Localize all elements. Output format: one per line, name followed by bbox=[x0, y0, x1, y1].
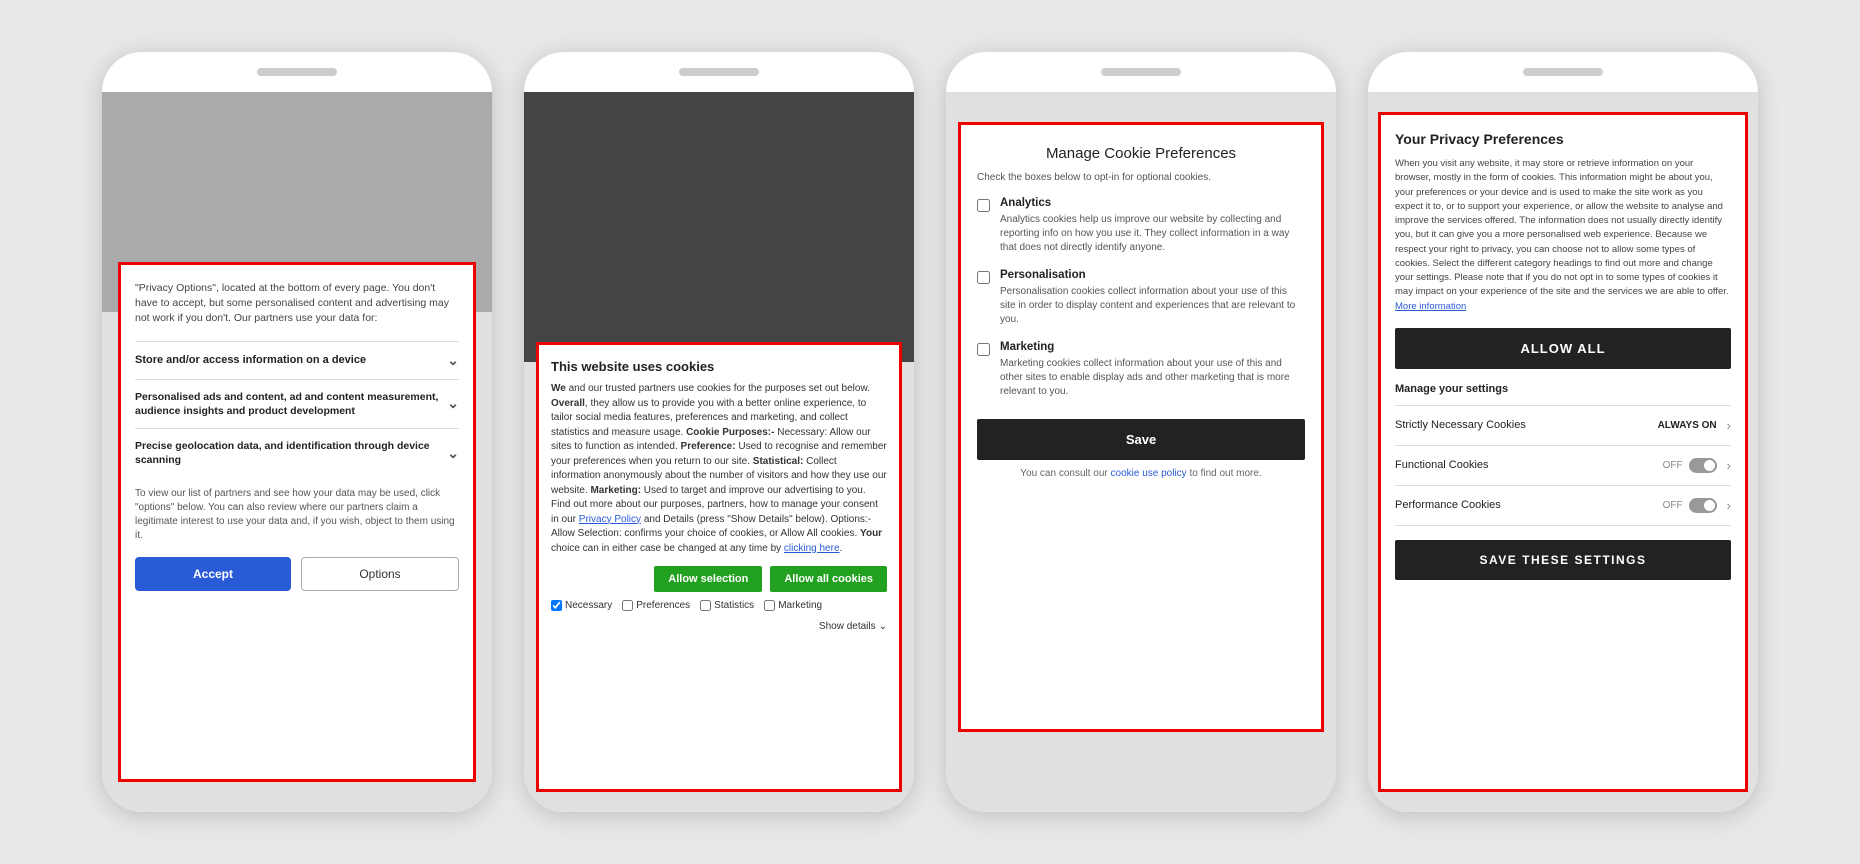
functional-toggle[interactable] bbox=[1689, 458, 1717, 473]
phone-1-item-3-label: Precise geolocation data, and identifica… bbox=[135, 439, 447, 467]
privacy-policy-link[interactable]: Privacy Policy bbox=[579, 514, 641, 525]
marketing-checkbox[interactable] bbox=[764, 600, 775, 611]
privacy-title: Your Privacy Preferences bbox=[1395, 131, 1731, 147]
personalisation-desc: Personalisation cookies collect informat… bbox=[1000, 285, 1305, 327]
phone-1-screen: "Privacy Options", located at the bottom… bbox=[102, 92, 492, 812]
always-on-label: ALWAYS ON bbox=[1658, 420, 1717, 431]
consult-text: You can consult our cookie use policy to… bbox=[977, 468, 1305, 479]
phone-4-screen: Your Privacy Preferences When you visit … bbox=[1368, 92, 1758, 812]
personalisation-option: Personalisation Personalisation cookies … bbox=[977, 269, 1305, 327]
checkbox-statistics[interactable]: Statistics bbox=[700, 600, 754, 611]
save-settings-button[interactable]: SAVE THESE SETTINGS bbox=[1395, 540, 1731, 580]
phone-1-intro-text: "Privacy Options", located at the bottom… bbox=[135, 281, 459, 327]
allow-all-cookies-button[interactable]: Allow all cookies bbox=[770, 566, 887, 592]
strictly-necessary-toggle-area: ALWAYS ON › bbox=[1658, 418, 1731, 433]
marketing-title: Marketing bbox=[1000, 341, 1305, 353]
phone-2-btn-row: Allow selection Allow all cookies bbox=[551, 566, 887, 592]
manage-settings-label: Manage your settings bbox=[1395, 383, 1731, 395]
chevron-down-icon-1: ⌄ bbox=[447, 352, 459, 369]
consult-suffix: to find out more. bbox=[1189, 468, 1261, 479]
privacy-body-text: When you visit any website, it may store… bbox=[1395, 158, 1729, 297]
chevron-down-icon-details: ⌄ bbox=[879, 621, 887, 632]
analytics-content: Analytics Analytics cookies help us impr… bbox=[1000, 197, 1305, 255]
functional-cookies-label: Functional Cookies bbox=[1395, 459, 1489, 471]
phone-2-cookie-panel: This website uses cookies We and our tru… bbox=[536, 342, 902, 792]
personalisation-content: Personalisation Personalisation cookies … bbox=[1000, 269, 1305, 327]
marketing-desc: Marketing cookies collect information ab… bbox=[1000, 357, 1305, 399]
show-details-label: Show details bbox=[819, 621, 876, 632]
allow-selection-button[interactable]: Allow selection bbox=[654, 566, 762, 592]
phone-3-manage-panel: Manage Cookie Preferences Check the boxe… bbox=[958, 122, 1324, 732]
show-details-control[interactable]: Show details ⌄ bbox=[819, 621, 887, 632]
performance-cookies-label: Performance Cookies bbox=[1395, 499, 1501, 511]
save-button-p3[interactable]: Save bbox=[977, 419, 1305, 460]
phone-2-body: We and our trusted partners use cookies … bbox=[551, 382, 887, 556]
phone-1-item-1[interactable]: Store and/or access information on a dev… bbox=[135, 341, 459, 379]
statistics-checkbox[interactable] bbox=[700, 600, 711, 611]
strictly-necessary-row[interactable]: Strictly Necessary Cookies ALWAYS ON › bbox=[1395, 405, 1731, 445]
performance-cookies-row[interactable]: Performance Cookies OFF › bbox=[1395, 485, 1731, 526]
phone-1-btn-row: Accept Options bbox=[135, 557, 459, 591]
analytics-title: Analytics bbox=[1000, 197, 1305, 209]
more-information-link[interactable]: More information bbox=[1395, 301, 1466, 312]
phone-1-item-3[interactable]: Precise geolocation data, and identifica… bbox=[135, 428, 459, 477]
performance-off-label: OFF bbox=[1663, 500, 1683, 511]
phone-3-screen: Manage Cookie Preferences Check the boxe… bbox=[946, 92, 1336, 812]
functional-cookies-row[interactable]: Functional Cookies OFF › bbox=[1395, 445, 1731, 485]
strictly-necessary-label: Strictly Necessary Cookies bbox=[1395, 419, 1526, 431]
necessary-checkbox[interactable] bbox=[551, 600, 562, 611]
privacy-body: When you visit any website, it may store… bbox=[1395, 157, 1731, 314]
marketing-content: Marketing Marketing cookies collect info… bbox=[1000, 341, 1305, 399]
phone-1-item-2[interactable]: Personalised ads and content, ad and con… bbox=[135, 379, 459, 428]
functional-off-label: OFF bbox=[1663, 460, 1683, 471]
personalisation-title: Personalisation bbox=[1000, 269, 1305, 281]
checkbox-necessary[interactable]: Necessary bbox=[551, 600, 612, 611]
marketing-option: Marketing Marketing cookies collect info… bbox=[977, 341, 1305, 399]
checkbox-preferences[interactable]: Preferences bbox=[622, 600, 690, 611]
phone-2-screen: This website uses cookies We and our tru… bbox=[524, 92, 914, 812]
phone-1: "Privacy Options", located at the bottom… bbox=[102, 52, 492, 812]
cookie-use-policy-link[interactable]: cookie use policy bbox=[1111, 468, 1190, 479]
phone-2-title: This website uses cookies bbox=[551, 359, 887, 374]
clicking-here-link[interactable]: clicking here bbox=[784, 543, 840, 554]
phone-3-subtitle: Check the boxes below to opt-in for opti… bbox=[977, 172, 1305, 183]
chevron-down-icon-3: ⌄ bbox=[447, 444, 459, 463]
chevron-right-icon-3: › bbox=[1727, 498, 1731, 513]
phone-1-footer-text: To view our list of partners and see how… bbox=[135, 487, 459, 543]
accept-button[interactable]: Accept bbox=[135, 557, 291, 591]
phone-1-item-2-label: Personalised ads and content, ad and con… bbox=[135, 390, 447, 418]
phone-1-cookie-panel: "Privacy Options", located at the bottom… bbox=[118, 262, 476, 782]
consult-prefix: You can consult our bbox=[1020, 468, 1107, 479]
functional-toggle-area: OFF › bbox=[1663, 458, 1731, 473]
chevron-down-icon-2: ⌄ bbox=[447, 394, 459, 413]
phone-4-privacy-panel: Your Privacy Preferences When you visit … bbox=[1378, 112, 1748, 792]
performance-toggle[interactable] bbox=[1689, 498, 1717, 513]
allow-all-button[interactable]: ALLOW ALL bbox=[1395, 328, 1731, 369]
marketing-checkbox-p3[interactable] bbox=[977, 343, 990, 356]
performance-toggle-area: OFF › bbox=[1663, 498, 1731, 513]
options-button[interactable]: Options bbox=[301, 557, 459, 591]
analytics-checkbox[interactable] bbox=[977, 199, 990, 212]
phones-container: "Privacy Options", located at the bottom… bbox=[20, 52, 1840, 812]
phone-4: Your Privacy Preferences When you visit … bbox=[1368, 52, 1758, 812]
chevron-right-icon-1: › bbox=[1727, 418, 1731, 433]
phone-3: Manage Cookie Preferences Check the boxe… bbox=[946, 52, 1336, 812]
preferences-checkbox[interactable] bbox=[622, 600, 633, 611]
chevron-right-icon-2: › bbox=[1727, 458, 1731, 473]
phone-2-checkboxes: Necessary Preferences Statistics Marketi… bbox=[551, 600, 887, 632]
phone-3-title: Manage Cookie Preferences bbox=[977, 145, 1305, 162]
analytics-desc: Analytics cookies help us improve our we… bbox=[1000, 213, 1305, 255]
phone-2-bg bbox=[524, 92, 914, 362]
checkbox-marketing[interactable]: Marketing bbox=[764, 600, 822, 611]
phone-2: This website uses cookies We and our tru… bbox=[524, 52, 914, 812]
analytics-option: Analytics Analytics cookies help us impr… bbox=[977, 197, 1305, 255]
phone-1-item-1-label: Store and/or access information on a dev… bbox=[135, 354, 366, 366]
personalisation-checkbox[interactable] bbox=[977, 271, 990, 284]
